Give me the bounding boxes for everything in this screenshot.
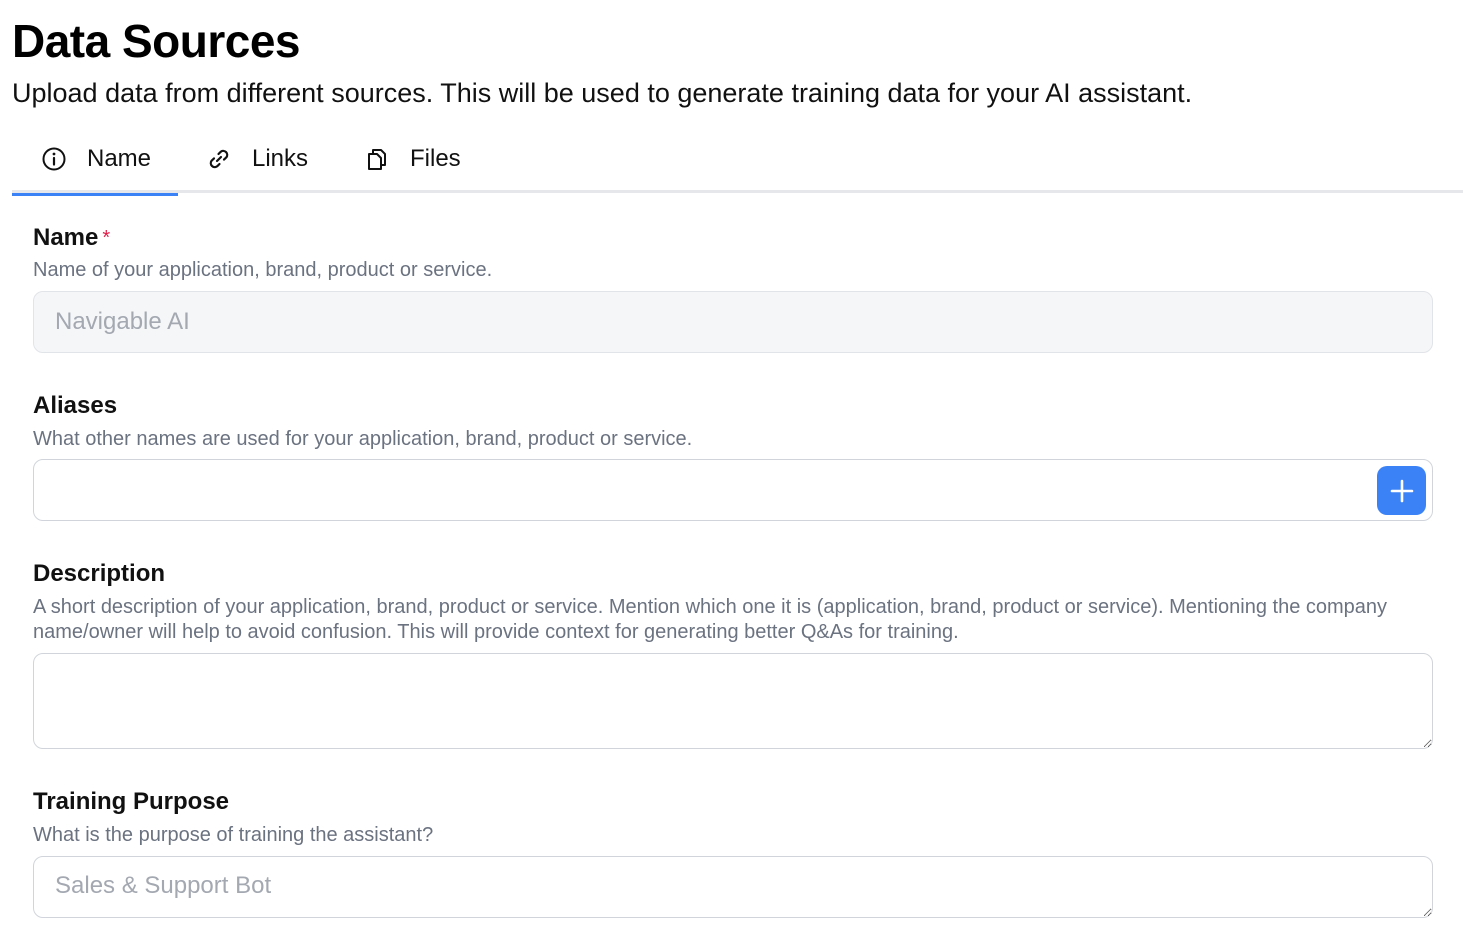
- description-help: A short description of your application,…: [33, 596, 1388, 643]
- tab-label: Name: [87, 144, 152, 172]
- tab-label: Files: [410, 144, 461, 172]
- plus-icon: [1389, 478, 1415, 504]
- page-title: Data Sources: [12, 15, 301, 67]
- tab-files[interactable]: Files: [364, 124, 461, 193]
- active-tab-indicator: [12, 193, 178, 196]
- files-icon: [364, 146, 390, 172]
- info-circle-icon: [41, 146, 67, 172]
- link-icon: [206, 146, 232, 172]
- required-mark: *: [102, 227, 111, 249]
- aliases-label: Aliases: [33, 392, 118, 419]
- name-input[interactable]: [33, 291, 1433, 353]
- training-purpose-label: Training Purpose: [33, 788, 230, 815]
- description-label: Description: [33, 560, 166, 587]
- aliases-help: What other names are used for your appli…: [33, 428, 693, 450]
- name-label: Name *: [33, 223, 110, 253]
- aliases-input[interactable]: [33, 459, 1433, 521]
- add-alias-button[interactable]: [1377, 466, 1426, 515]
- tab-links[interactable]: Links: [206, 124, 308, 193]
- training-purpose-textarea[interactable]: [33, 856, 1433, 918]
- tab-label: Links: [252, 144, 309, 172]
- name-label-text: Name: [33, 224, 99, 251]
- training-purpose-help: What is the purpose of training the assi…: [33, 824, 434, 846]
- name-help: Name of your application, brand, product…: [33, 259, 493, 281]
- page-subtitle: Upload data from different sources. This…: [12, 78, 1193, 108]
- description-textarea[interactable]: [33, 653, 1433, 749]
- tab-name[interactable]: Name: [12, 124, 178, 196]
- tab-bar: Name Links Files: [12, 124, 1463, 196]
